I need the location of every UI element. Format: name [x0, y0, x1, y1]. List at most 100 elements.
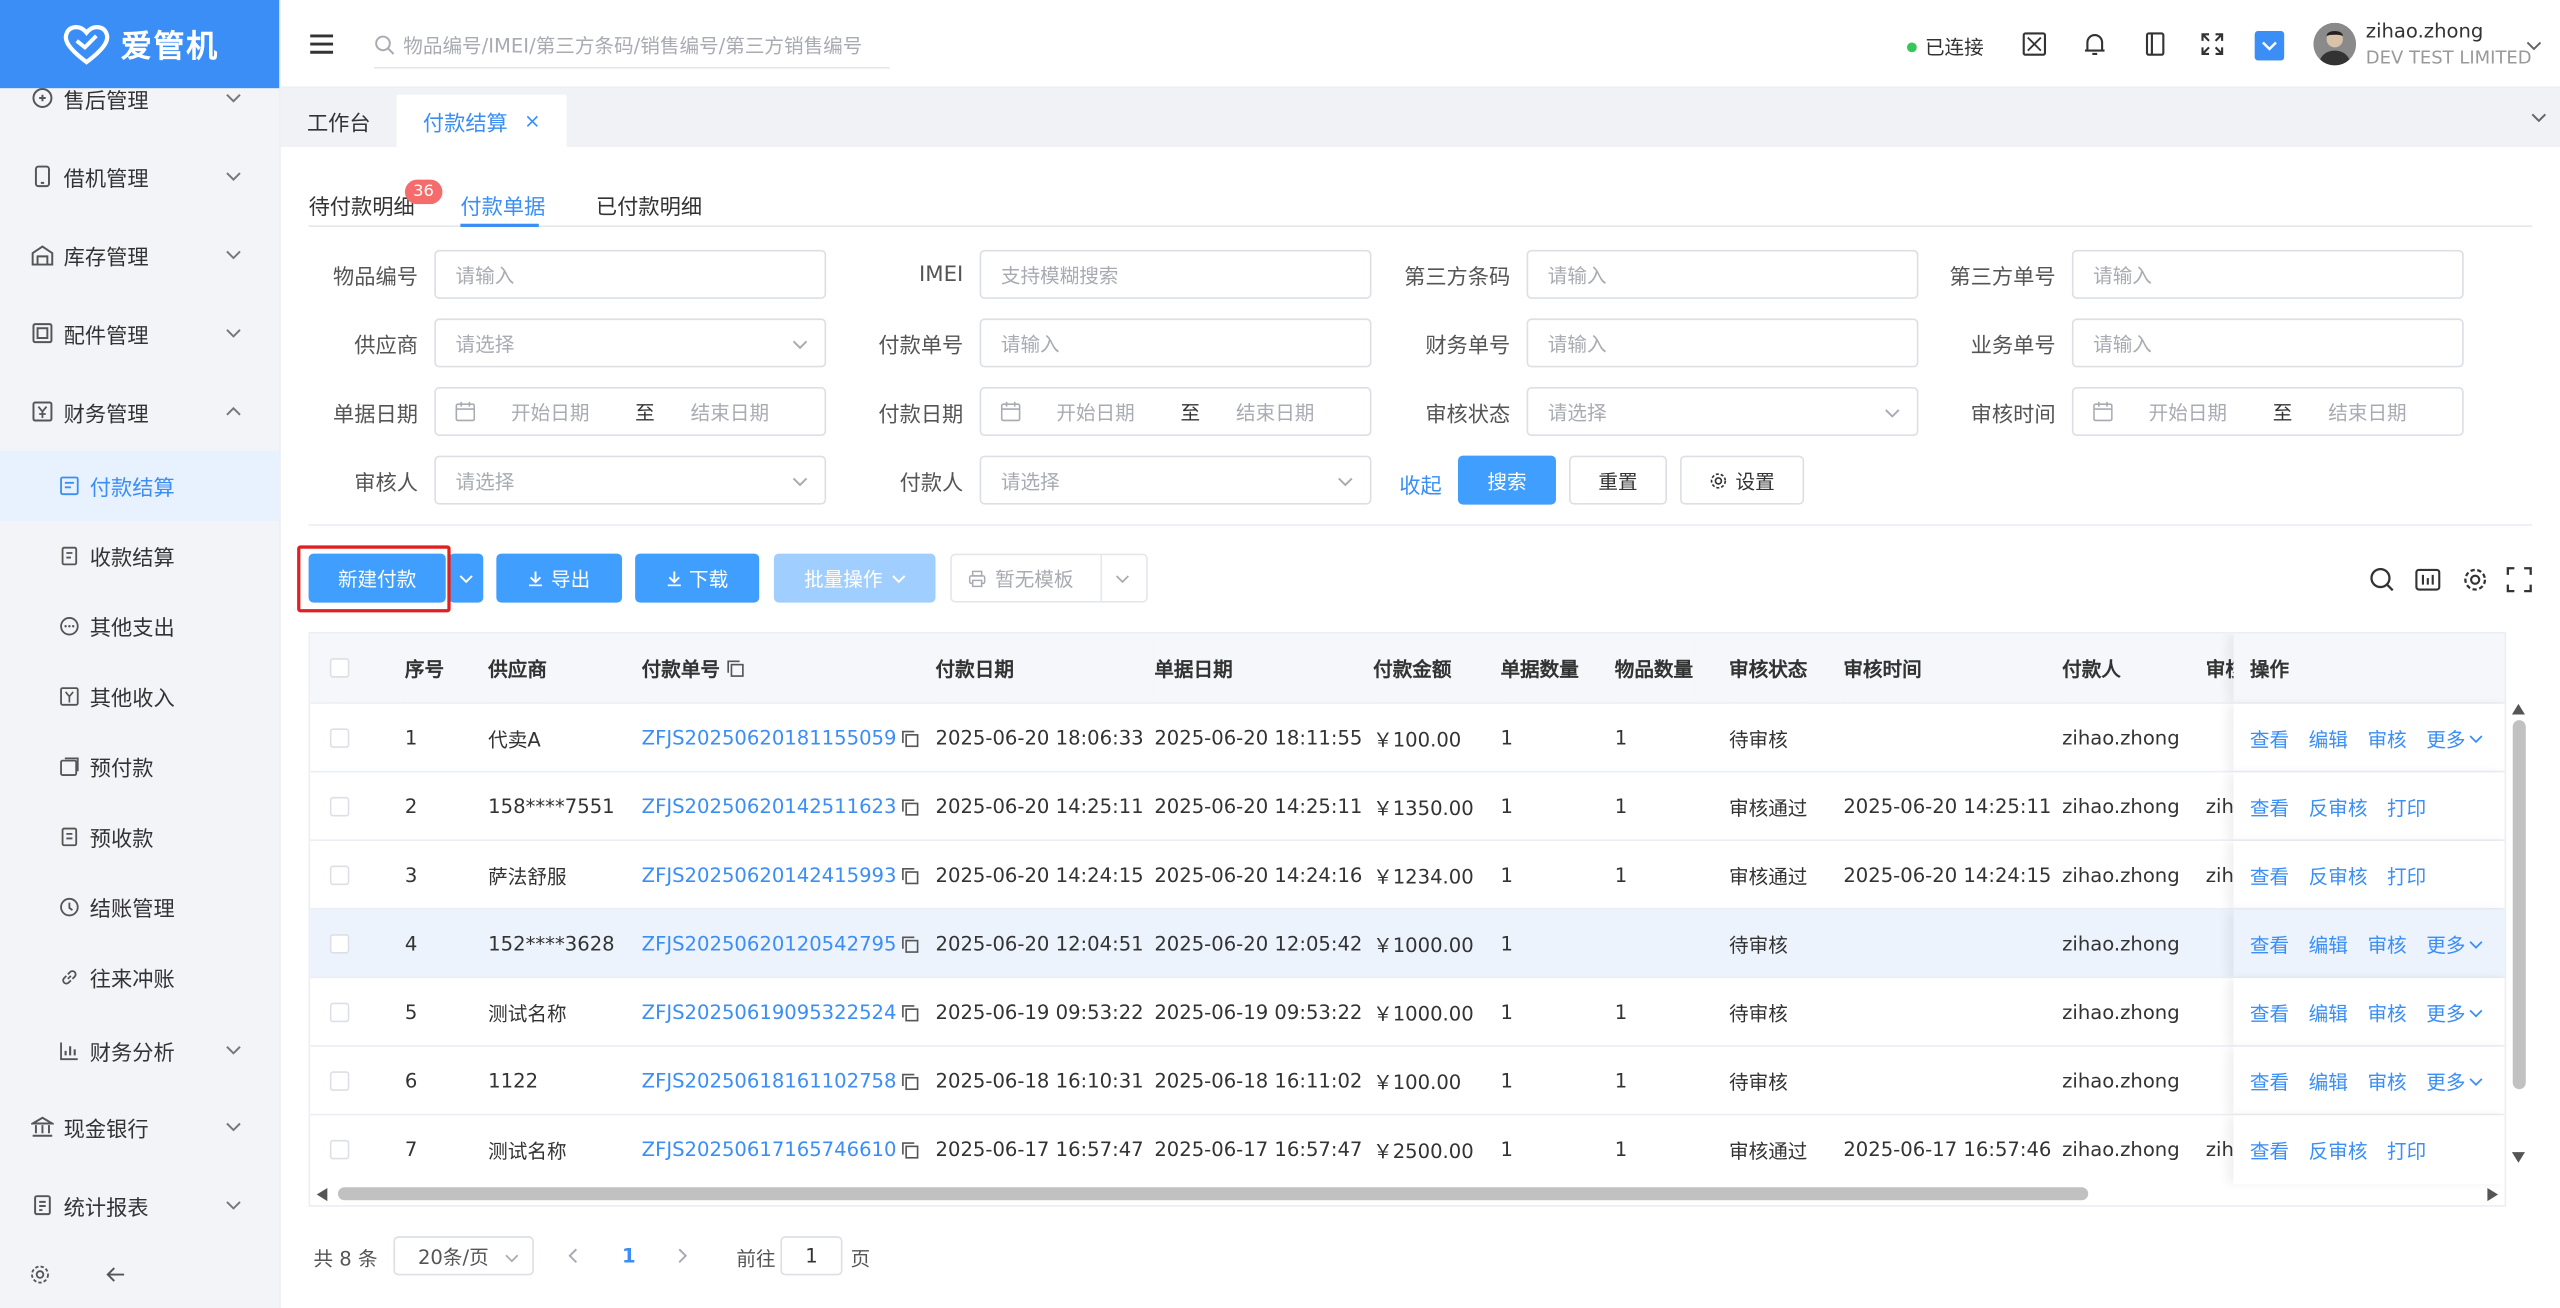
supplier-select[interactable]: 请选择: [434, 318, 827, 368]
action-link[interactable]: 编辑: [2309, 1067, 2348, 1095]
tab-paid-details[interactable]: 已付款明细: [596, 189, 702, 220]
cell-pay-no[interactable]: ZFJS20250620142415993: [642, 841, 920, 910]
action-link[interactable]: 审核: [2367, 1067, 2406, 1095]
row-checkbox[interactable]: [329, 1071, 350, 1091]
sidebar-item-parts[interactable]: 配件管理: [0, 294, 279, 372]
search-button[interactable]: 搜索: [1458, 455, 1556, 505]
sidebar-item-payment-settlement[interactable]: 付款结算: [0, 450, 280, 521]
collapse-link[interactable]: 收起: [1399, 469, 1441, 499]
search-input[interactable]: [403, 33, 877, 57]
no-template-button[interactable]: 暂无模板: [950, 553, 1148, 603]
table-row[interactable]: 2 158****7551 ZFJS20250620142511623 2025-06…: [310, 770, 2505, 841]
sidebar-item-other-expense[interactable]: 其他支出: [0, 591, 279, 661]
copy-icon[interactable]: [901, 1072, 919, 1090]
row-select-cell[interactable]: [329, 1115, 350, 1184]
third-code-input[interactable]: 请输入: [1526, 249, 1919, 299]
action-link[interactable]: 查看: [2250, 724, 2289, 752]
sidebar-item-prepayment[interactable]: 预付款: [0, 732, 279, 802]
action-link[interactable]: 编辑: [2309, 724, 2348, 752]
arrow-left-icon[interactable]: [104, 1266, 125, 1284]
payer-select[interactable]: 请选择: [979, 455, 1372, 505]
cell-pay-no[interactable]: ZFJS20250620120542795: [642, 910, 920, 979]
copy-icon[interactable]: [901, 935, 919, 953]
search-icon[interactable]: [2369, 567, 2395, 593]
cell-pay-no[interactable]: ZFJS20250617165746610: [642, 1115, 920, 1184]
scroll-down-icon[interactable]: [2511, 1151, 2526, 1164]
table-row[interactable]: 7 测试名称 ZFJS20250617165746610 2025-06-17 16:…: [310, 1113, 2505, 1184]
pay-date-range[interactable]: 开始日期 至 结束日期: [979, 387, 1372, 437]
goto-page-input[interactable]: 1: [780, 1236, 843, 1276]
tab-workbench[interactable]: 工作台: [281, 95, 397, 147]
select-all-checkbox[interactable]: [329, 658, 350, 678]
chevron-down-icon[interactable]: [2469, 731, 2484, 746]
bell-icon[interactable]: [2082, 31, 2108, 57]
image-search-icon[interactable]: [2021, 31, 2047, 57]
scroll-up-icon[interactable]: [2511, 702, 2526, 715]
sidebar-item-finance-analysis[interactable]: 财务分析: [0, 1012, 279, 1087]
auditor-select[interactable]: 请选择: [434, 455, 827, 505]
chevron-down-icon[interactable]: [2469, 1005, 2484, 1020]
action-link[interactable]: 打印: [2387, 793, 2426, 821]
chevron-down-icon[interactable]: [2469, 1074, 2484, 1089]
action-link[interactable]: 查看: [2250, 999, 2289, 1027]
prev-page-icon[interactable]: [567, 1248, 580, 1264]
reset-button[interactable]: 重置: [1569, 455, 1667, 505]
sidebar-item-offset[interactable]: 往来冲账: [0, 942, 279, 1012]
action-link[interactable]: 打印: [2387, 1136, 2426, 1164]
table-row[interactable]: 5 测试名称 ZFJS20250619095322524 2025-06-19 09:…: [310, 976, 2505, 1047]
row-checkbox[interactable]: [329, 796, 350, 817]
bill-date-range[interactable]: 开始日期 至 结束日期: [434, 387, 827, 437]
batch-operation-button[interactable]: 批量操作: [773, 553, 936, 603]
app-switch-icon[interactable]: [2254, 31, 2285, 61]
action-link[interactable]: 审核: [2367, 999, 2406, 1027]
action-link[interactable]: 查看: [2250, 930, 2289, 958]
new-payment-dropdown[interactable]: [448, 553, 484, 603]
next-page-icon[interactable]: [676, 1248, 689, 1264]
action-link[interactable]: 审核: [2367, 930, 2406, 958]
scroll-thumb[interactable]: [2512, 720, 2526, 1090]
avatar[interactable]: [2313, 22, 2356, 66]
table-row[interactable]: 3 萨法舒服 ZFJS20250620142415993 2025-06-20 14:…: [310, 839, 2505, 910]
page-number-current[interactable]: 1: [622, 1244, 636, 1267]
copy-icon[interactable]: [901, 729, 919, 747]
pay-no-input[interactable]: 请输入: [979, 318, 1372, 368]
fin-no-input[interactable]: 请输入: [1526, 318, 1919, 368]
sidebar-item-other-income[interactable]: 其他收入: [0, 661, 279, 731]
action-link[interactable]: 审核: [2367, 724, 2406, 752]
row-select-cell[interactable]: [329, 978, 350, 1047]
row-select-cell[interactable]: [329, 910, 350, 979]
action-link[interactable]: 更多: [2426, 724, 2465, 752]
action-link[interactable]: 编辑: [2309, 999, 2348, 1027]
row-checkbox[interactable]: [329, 934, 350, 954]
scroll-right-icon[interactable]: [2487, 1187, 2500, 1202]
action-link[interactable]: 查看: [2250, 1136, 2289, 1164]
action-link[interactable]: 更多: [2426, 930, 2465, 958]
action-link[interactable]: 查看: [2250, 861, 2289, 889]
close-icon[interactable]: ×: [524, 109, 540, 132]
item-no-input[interactable]: 请输入: [434, 249, 827, 299]
row-select-cell[interactable]: [329, 1047, 350, 1116]
sidebar-item-inventory[interactable]: 库存管理: [0, 216, 279, 294]
audit-time-range[interactable]: 开始日期 至 结束日期: [2071, 387, 2464, 437]
book-icon[interactable]: [2142, 31, 2168, 57]
tab-payment-settlement[interactable]: 付款结算 ×: [396, 94, 567, 147]
sidebar-item-cash-bank[interactable]: 现金银行: [0, 1088, 279, 1166]
copy-icon[interactable]: [901, 1141, 919, 1159]
sidebar-item-receipt-settlement[interactable]: 收款结算: [0, 521, 279, 591]
table-row[interactable]: 4 152****3628 ZFJS20250620120542795 2025-06…: [310, 907, 2505, 979]
vertical-scrollbar[interactable]: [2506, 632, 2532, 1171]
sidebar-item-reports[interactable]: 统计报表: [0, 1166, 279, 1244]
row-checkbox[interactable]: [329, 865, 350, 886]
table-row[interactable]: 6 1122 ZFJS20250618161102758 2025-06-18 16:…: [310, 1045, 2505, 1116]
column-setting-icon[interactable]: [2415, 567, 2441, 593]
sidebar-item-closing[interactable]: 结账管理: [0, 872, 279, 942]
row-checkbox[interactable]: [329, 1139, 350, 1160]
action-link[interactable]: 反审核: [2309, 861, 2368, 889]
horizontal-scrollbar[interactable]: [309, 1181, 2507, 1207]
expand-icon[interactable]: [2506, 567, 2532, 593]
select-all-cell[interactable]: [329, 633, 350, 703]
chevron-down-icon[interactable]: [2531, 109, 2547, 125]
row-checkbox[interactable]: [329, 728, 350, 748]
cell-pay-no[interactable]: ZFJS20250620142511623: [642, 772, 920, 841]
tab-pending-details[interactable]: 待付款明细: [309, 189, 415, 220]
